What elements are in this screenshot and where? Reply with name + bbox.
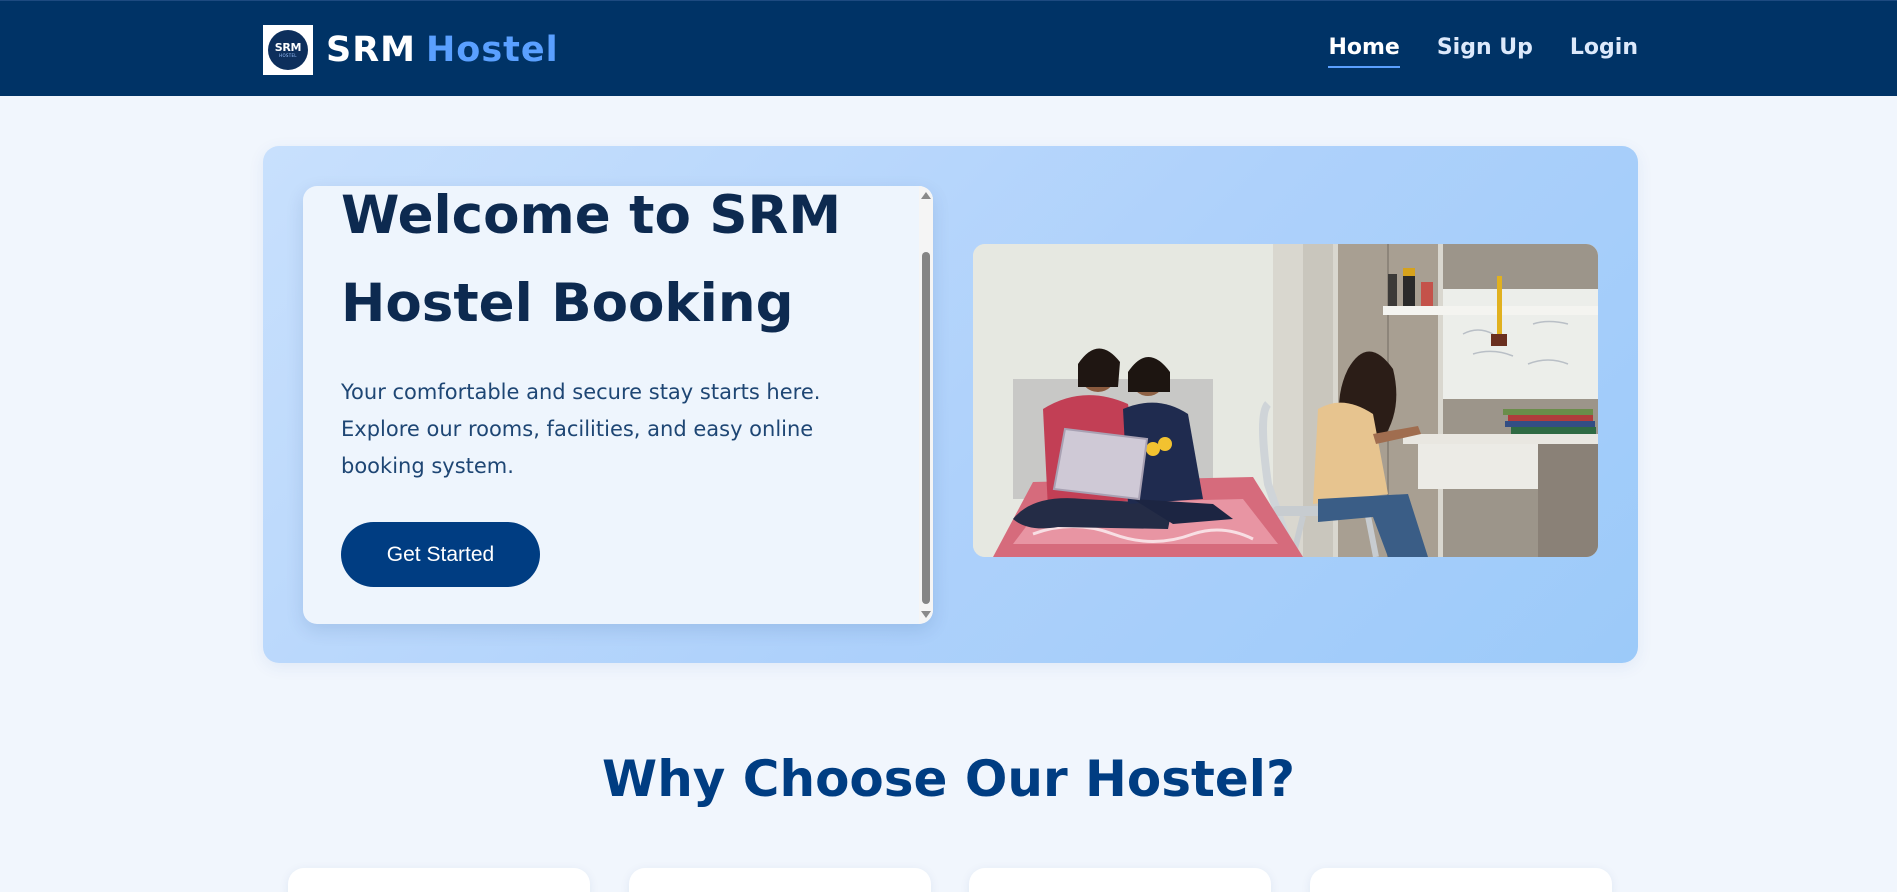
feature-card xyxy=(288,868,590,892)
get-started-button[interactable]: Get Started xyxy=(341,522,540,587)
nav-home-link[interactable]: Home xyxy=(1328,33,1401,68)
logo-emblem: SRM HOSTEL xyxy=(268,30,308,70)
scroll-up-arrow-icon[interactable] xyxy=(921,192,931,199)
nav-links: Home Sign Up Login xyxy=(1328,33,1638,68)
brand-name-primary: SRM xyxy=(326,30,416,70)
navbar: SRM HOSTEL SRM Hostel Home Sign Up Login xyxy=(0,0,1897,96)
scroll-down-arrow-icon[interactable] xyxy=(921,611,931,618)
hero-card: Welcome to SRM Hostel Booking Your comfo… xyxy=(303,186,933,624)
features-heading: Why Choose Our Hostel? xyxy=(602,750,1295,808)
hero-title: Welcome to SRM Hostel Booking xyxy=(341,186,881,348)
brand-logo[interactable]: SRM HOSTEL xyxy=(263,25,313,75)
feature-card xyxy=(969,868,1271,892)
brand[interactable]: SRM HOSTEL SRM Hostel xyxy=(263,25,559,75)
hero-description: Your comfortable and secure stay starts … xyxy=(341,380,821,478)
logo-text: SRM xyxy=(274,40,302,54)
nav-signup-link[interactable]: Sign Up xyxy=(1437,33,1533,63)
brand-name[interactable]: SRM Hostel xyxy=(326,25,559,75)
feature-card xyxy=(629,868,931,892)
feature-card xyxy=(1310,868,1612,892)
logo-subtext: HOSTEL xyxy=(279,52,297,58)
hostel-room-illustration xyxy=(973,244,1598,557)
hero-title-line-2: Hostel Booking xyxy=(341,273,794,334)
hero-card-scrollbar[interactable] xyxy=(919,186,933,624)
hero-image xyxy=(973,244,1598,557)
nav-login-link[interactable]: Login xyxy=(1570,33,1638,63)
brand-name-accent: Hostel xyxy=(426,30,559,70)
hero-title-line-1: Welcome to SRM xyxy=(341,186,842,246)
scroll-thumb[interactable] xyxy=(922,252,930,604)
hero-section: Welcome to SRM Hostel Booking Your comfo… xyxy=(263,146,1638,663)
